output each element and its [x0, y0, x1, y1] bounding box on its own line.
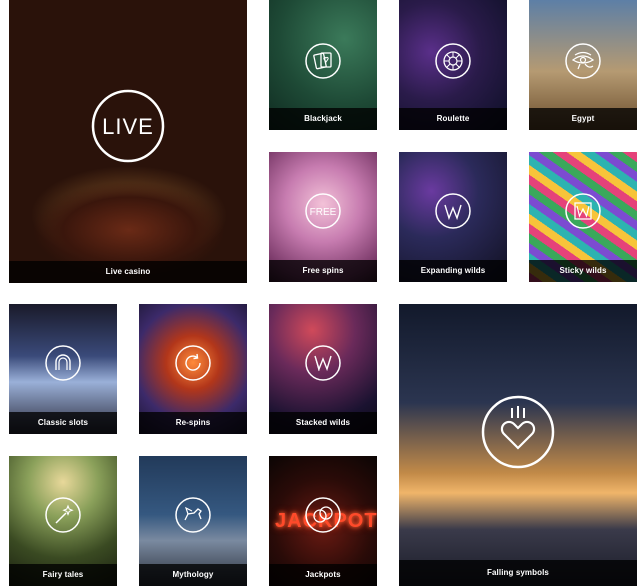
roulette-wheel-icon	[434, 42, 472, 80]
cards-icon	[304, 42, 342, 80]
respin-icon	[174, 344, 212, 382]
tile-label: Mythology	[139, 564, 247, 586]
tile-label: Falling symbols	[399, 560, 637, 586]
tile-label: Blackjack	[269, 108, 377, 130]
live-icon: LIVE	[90, 88, 166, 164]
pegasus-icon	[174, 496, 212, 534]
tile-egypt[interactable]: Egypt	[529, 0, 637, 130]
tile-label: Stacked wilds	[269, 412, 377, 434]
tile-blackjack[interactable]: Blackjack	[269, 0, 377, 130]
tile-re-spins[interactable]: Re-spins	[139, 304, 247, 434]
tile-free-spins[interactable]: FREE Free spins	[269, 152, 377, 282]
horseshoe-icon	[44, 344, 82, 382]
tile-stacked-wilds[interactable]: Stacked wilds	[269, 304, 377, 434]
eye-of-horus-icon	[564, 42, 602, 80]
tile-falling-symbols[interactable]: Falling symbols	[399, 304, 637, 586]
free-icon: FREE	[304, 192, 342, 230]
tile-jackpots[interactable]: JACKPOT Jackpots	[269, 456, 377, 586]
stacked-w-icon	[304, 344, 342, 382]
tile-label: Classic slots	[9, 412, 117, 434]
tile-label: Live casino	[9, 261, 247, 283]
live-icon-text: LIVE	[102, 114, 154, 139]
tile-label: Egypt	[529, 108, 637, 130]
tile-label: Sticky wilds	[529, 260, 637, 282]
tile-classic-slots[interactable]: Classic slots	[9, 304, 117, 434]
w-icon	[434, 192, 472, 230]
tile-label: Fairy tales	[9, 564, 117, 586]
tile-live-casino[interactable]: LIVE Live casino	[9, 0, 247, 283]
falling-heart-icon	[480, 394, 556, 470]
tile-label: Expanding wilds	[399, 260, 507, 282]
coins-icon	[304, 496, 342, 534]
tile-label: Re-spins	[139, 412, 247, 434]
tile-mythology[interactable]: Mythology	[139, 456, 247, 586]
free-icon-text: FREE	[310, 207, 337, 218]
tile-roulette[interactable]: Roulette	[399, 0, 507, 130]
tile-sticky-wilds[interactable]: Sticky wilds	[529, 152, 637, 282]
tile-label: Roulette	[399, 108, 507, 130]
tile-expanding-wilds[interactable]: Expanding wilds	[399, 152, 507, 282]
tile-fairy-tales[interactable]: Fairy tales	[9, 456, 117, 586]
sticky-w-icon	[564, 192, 602, 230]
magic-wand-icon	[44, 496, 82, 534]
tile-label: Free spins	[269, 260, 377, 282]
tile-label: Jackpots	[269, 564, 377, 586]
